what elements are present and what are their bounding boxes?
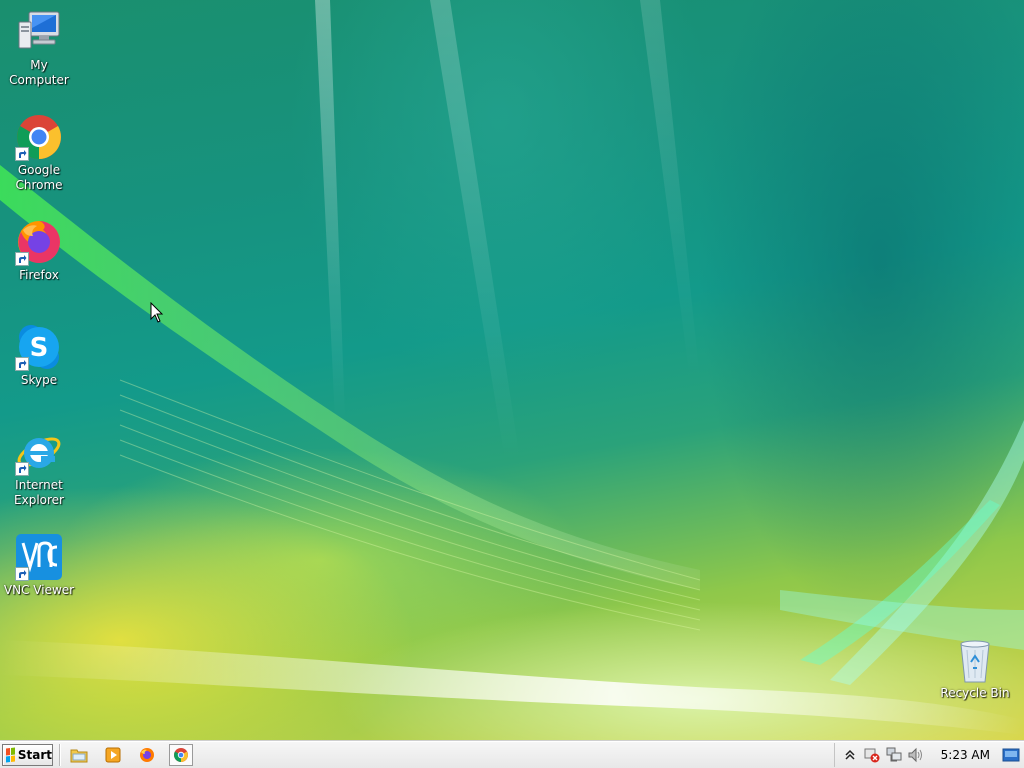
start-button[interactable]: Start [2, 744, 53, 766]
tray-volume[interactable] [905, 744, 927, 766]
tray-network-error[interactable] [861, 744, 883, 766]
media-player-icon [105, 747, 121, 763]
desktop-icon-internet-explorer[interactable]: Internet Explorer [0, 428, 78, 508]
desktop-icon-firefox[interactable]: Firefox [0, 218, 78, 283]
desktop[interactable]: My Computer Google Chrome Firefox S Skyp… [0, 0, 1024, 741]
quicklaunch-media-player[interactable] [101, 744, 125, 766]
recycle-bin-icon [951, 636, 999, 684]
svg-text:S: S [30, 333, 49, 363]
desktop-icon-label: Firefox [19, 268, 59, 282]
desktop-icon-label: My Computer [9, 58, 69, 87]
file-explorer-icon [70, 749, 88, 763]
taskbar-separator [59, 744, 61, 766]
mouse-cursor-icon [150, 302, 164, 323]
vnc-icon [15, 533, 63, 581]
shortcut-arrow-icon [15, 357, 29, 371]
network-icon [886, 747, 902, 762]
ie-icon [15, 428, 63, 476]
firefox-icon [15, 218, 63, 266]
desktop-icon-google-chrome[interactable]: Google Chrome [0, 113, 78, 193]
desktop-icon-label: Google Chrome [15, 163, 63, 192]
chrome-icon [174, 748, 188, 762]
quicklaunch-file-explorer[interactable] [67, 744, 91, 766]
shortcut-arrow-icon [15, 147, 29, 161]
desktop-icon-vnc-viewer[interactable]: VNC Viewer [0, 533, 78, 598]
show-hidden-icons-icon [845, 749, 855, 760]
wallpaper [0, 0, 1024, 735]
show-desktop-icon [1002, 748, 1020, 762]
desktop-icon-recycle-bin[interactable]: Recycle Bin [936, 636, 1014, 701]
show-desktop-button[interactable] [1000, 744, 1022, 766]
computer-icon [15, 8, 63, 56]
system-tray: 5:23 AM [833, 743, 1024, 767]
taskbar-clock[interactable]: 5:23 AM [927, 748, 1000, 762]
quicklaunch-firefox[interactable] [135, 744, 159, 766]
chrome-icon [15, 113, 63, 161]
start-label: Start [17, 748, 52, 762]
quicklaunch-chrome[interactable] [169, 744, 193, 766]
firefox-icon [140, 748, 154, 762]
desktop-icon-my-computer[interactable]: My Computer [0, 8, 78, 88]
shortcut-arrow-icon [15, 252, 29, 266]
network-error-icon [864, 748, 880, 763]
windows-logo-icon [6, 747, 15, 763]
desktop-icon-label: Internet Explorer [14, 478, 64, 507]
desktop-icon-skype[interactable]: S Skype [0, 323, 78, 388]
shortcut-arrow-icon [15, 567, 29, 581]
desktop-icon-label: Skype [20, 373, 58, 387]
show-hidden-icons-button[interactable] [839, 744, 861, 766]
skype-icon: S [15, 323, 63, 371]
tray-network[interactable] [883, 744, 905, 766]
shortcut-arrow-icon [15, 462, 29, 476]
volume-icon [908, 747, 922, 763]
desktop-icon-label: Recycle Bin [940, 686, 1010, 700]
taskbar: Start 5:23 AM [0, 741, 1024, 768]
desktop-icon-label: VNC Viewer [3, 583, 75, 597]
